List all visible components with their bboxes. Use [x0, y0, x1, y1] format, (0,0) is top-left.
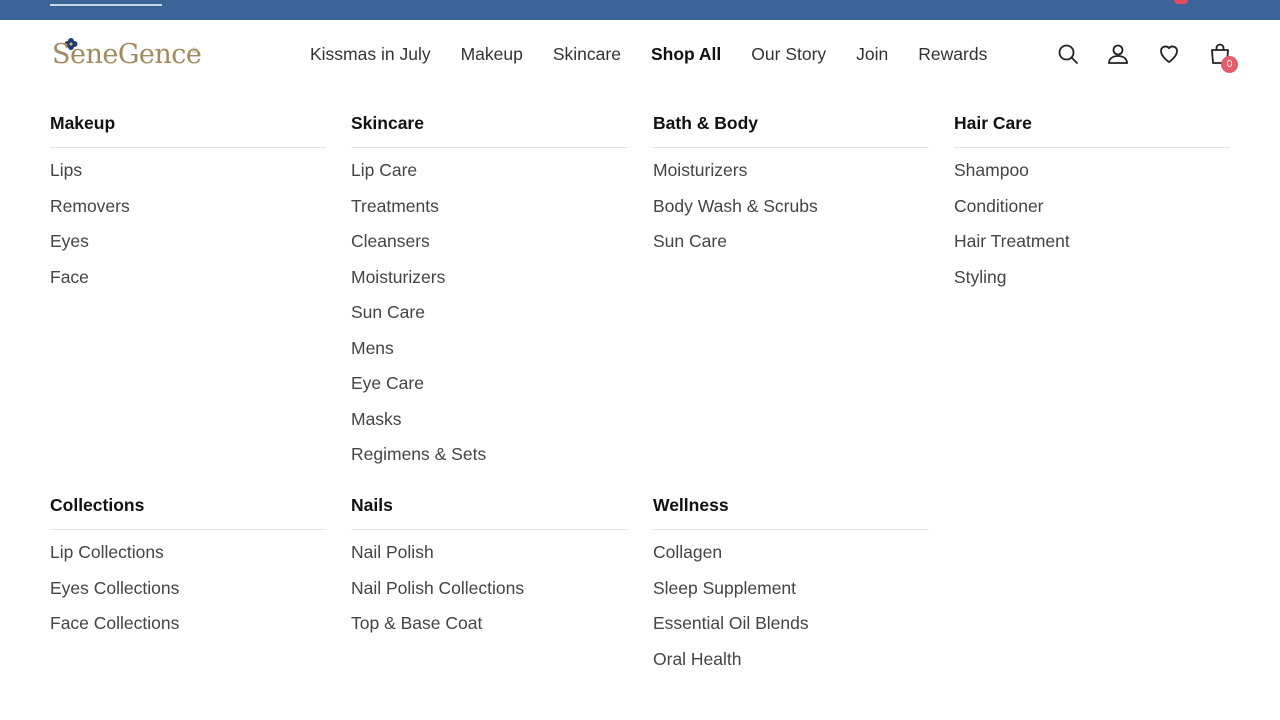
- nav-item-makeup[interactable]: Makeup: [461, 44, 523, 65]
- menu-list: Nail Polish Nail Polish Collections Top & …: [351, 539, 627, 646]
- announcement-link-underline[interactable]: [50, 4, 162, 6]
- header-icons: [1056, 20, 1246, 88]
- menu-link-eye-care[interactable]: Eye Care: [351, 370, 627, 406]
- menu-link-moisturizers[interactable]: Moisturizers: [653, 157, 929, 193]
- menu-link-collagen[interactable]: Collagen: [653, 539, 929, 575]
- menu-column-collections: Collections Lip Collections Eyes Collectio…: [50, 490, 326, 646]
- menu-link-sun-care[interactable]: Sun Care: [653, 228, 929, 264]
- country-flag-icon[interactable]: [1174, 0, 1188, 4]
- menu-link-lip-collections[interactable]: Lip Collections: [50, 539, 326, 575]
- nav-item-skincare[interactable]: Skincare: [553, 44, 621, 65]
- menu-link-face-collections[interactable]: Face Collections: [50, 610, 326, 646]
- menu-link-masks[interactable]: Masks: [351, 406, 627, 442]
- menu-link-removers[interactable]: Removers: [50, 193, 326, 229]
- main-nav: Kissmas in July Makeup Skincare Shop All Our…: [310, 20, 1017, 88]
- menu-link-lips[interactable]: Lips: [50, 157, 326, 193]
- menu-link-sleep-supplement[interactable]: Sleep Supplement: [653, 575, 929, 611]
- search-icon[interactable]: [1056, 42, 1080, 66]
- menu-link-conditioner[interactable]: Conditioner: [954, 193, 1230, 229]
- menu-list: Shampoo Conditioner Hair Treatment Styling: [954, 157, 1230, 299]
- menu-column-makeup: Makeup Lips Removers Eyes Face: [50, 108, 326, 299]
- menu-heading-skincare[interactable]: Skincare: [351, 108, 627, 148]
- logo-registered-mark: ®: [192, 48, 198, 55]
- menu-heading-nails[interactable]: Nails: [351, 490, 627, 530]
- nav-item-shop-all[interactable]: Shop All: [651, 44, 721, 65]
- menu-heading-makeup[interactable]: Makeup: [50, 108, 326, 148]
- menu-heading-collections[interactable]: Collections: [50, 490, 326, 530]
- senegence-logo[interactable]: SeneGence ®: [52, 36, 202, 76]
- menu-link-face[interactable]: Face: [50, 264, 326, 300]
- menu-column-bath-and-body: Bath & Body Moisturizers Body Wash & Scrub…: [653, 108, 929, 264]
- menu-column-wellness: Wellness Collagen Sleep Supplement Essentia…: [653, 490, 929, 681]
- menu-link-sun-care[interactable]: Sun Care: [351, 299, 627, 335]
- menu-link-essential-oil-blends[interactable]: Essential Oil Blends: [653, 610, 929, 646]
- menu-link-mens[interactable]: Mens: [351, 335, 627, 371]
- logo-text: SeneGence: [52, 39, 202, 70]
- nav-item-our-story[interactable]: Our Story: [751, 44, 826, 65]
- nav-item-rewards[interactable]: Rewards: [918, 44, 987, 65]
- menu-heading-bath-and-body[interactable]: Bath & Body: [653, 108, 929, 148]
- menu-column-hair-care: Hair Care Shampoo Conditioner Hair Treatmen…: [954, 108, 1230, 299]
- menu-column-skincare: Skincare Lip Care Treatments Cleansers Moist…: [351, 108, 627, 477]
- menu-link-treatments[interactable]: Treatments: [351, 193, 627, 229]
- menu-link-cleansers[interactable]: Cleansers: [351, 228, 627, 264]
- menu-heading-wellness[interactable]: Wellness: [653, 490, 929, 530]
- menu-link-oral-health[interactable]: Oral Health: [653, 646, 929, 682]
- nav-item-kissmas-in-july[interactable]: Kissmas in July: [310, 44, 431, 65]
- menu-link-nail-polish[interactable]: Nail Polish: [351, 539, 627, 575]
- account-icon[interactable]: [1106, 42, 1130, 66]
- menu-link-nail-polish-collections[interactable]: Nail Polish Collections: [351, 575, 627, 611]
- menu-list: Moisturizers Body Wash & Scrubs Sun Care: [653, 157, 929, 264]
- menu-link-top-and-base-coat[interactable]: Top & Base Coat: [351, 610, 627, 646]
- menu-heading-hair-care[interactable]: Hair Care: [954, 108, 1230, 148]
- shop-all-mega-menu: Makeup Lips Removers Eyes Face Skincare Lip Ca…: [0, 88, 1280, 720]
- menu-link-body-wash-and-scrubs[interactable]: Body Wash & Scrubs: [653, 193, 929, 229]
- menu-link-eyes-collections[interactable]: Eyes Collections: [50, 575, 326, 611]
- menu-link-shampoo[interactable]: Shampoo: [954, 157, 1230, 193]
- menu-list: Collagen Sleep Supplement Essential Oil Bl…: [653, 539, 929, 681]
- nav-item-join[interactable]: Join: [856, 44, 888, 65]
- menu-link-styling[interactable]: Styling: [954, 264, 1230, 300]
- menu-link-lip-care[interactable]: Lip Care: [351, 157, 627, 193]
- site-header: SeneGence ® Kissmas in July Makeup Skincar…: [0, 20, 1280, 88]
- menu-list: Lip Care Treatments Cleansers Moisturizers S…: [351, 157, 627, 477]
- menu-link-regimens-and-sets[interactable]: Regimens & Sets: [351, 441, 627, 477]
- cart-count-badge: 0: [1221, 56, 1238, 73]
- menu-column-nails: Nails Nail Polish Nail Polish Collections T…: [351, 490, 627, 646]
- menu-link-eyes[interactable]: Eyes: [50, 228, 326, 264]
- menu-list: Lip Collections Eyes Collections Face Coll…: [50, 539, 326, 646]
- announcement-bar: [0, 0, 1280, 20]
- menu-link-hair-treatment[interactable]: Hair Treatment: [954, 228, 1230, 264]
- menu-list: Lips Removers Eyes Face: [50, 157, 326, 299]
- heart-icon[interactable]: [1157, 42, 1181, 66]
- menu-link-moisturizers[interactable]: Moisturizers: [351, 264, 627, 300]
